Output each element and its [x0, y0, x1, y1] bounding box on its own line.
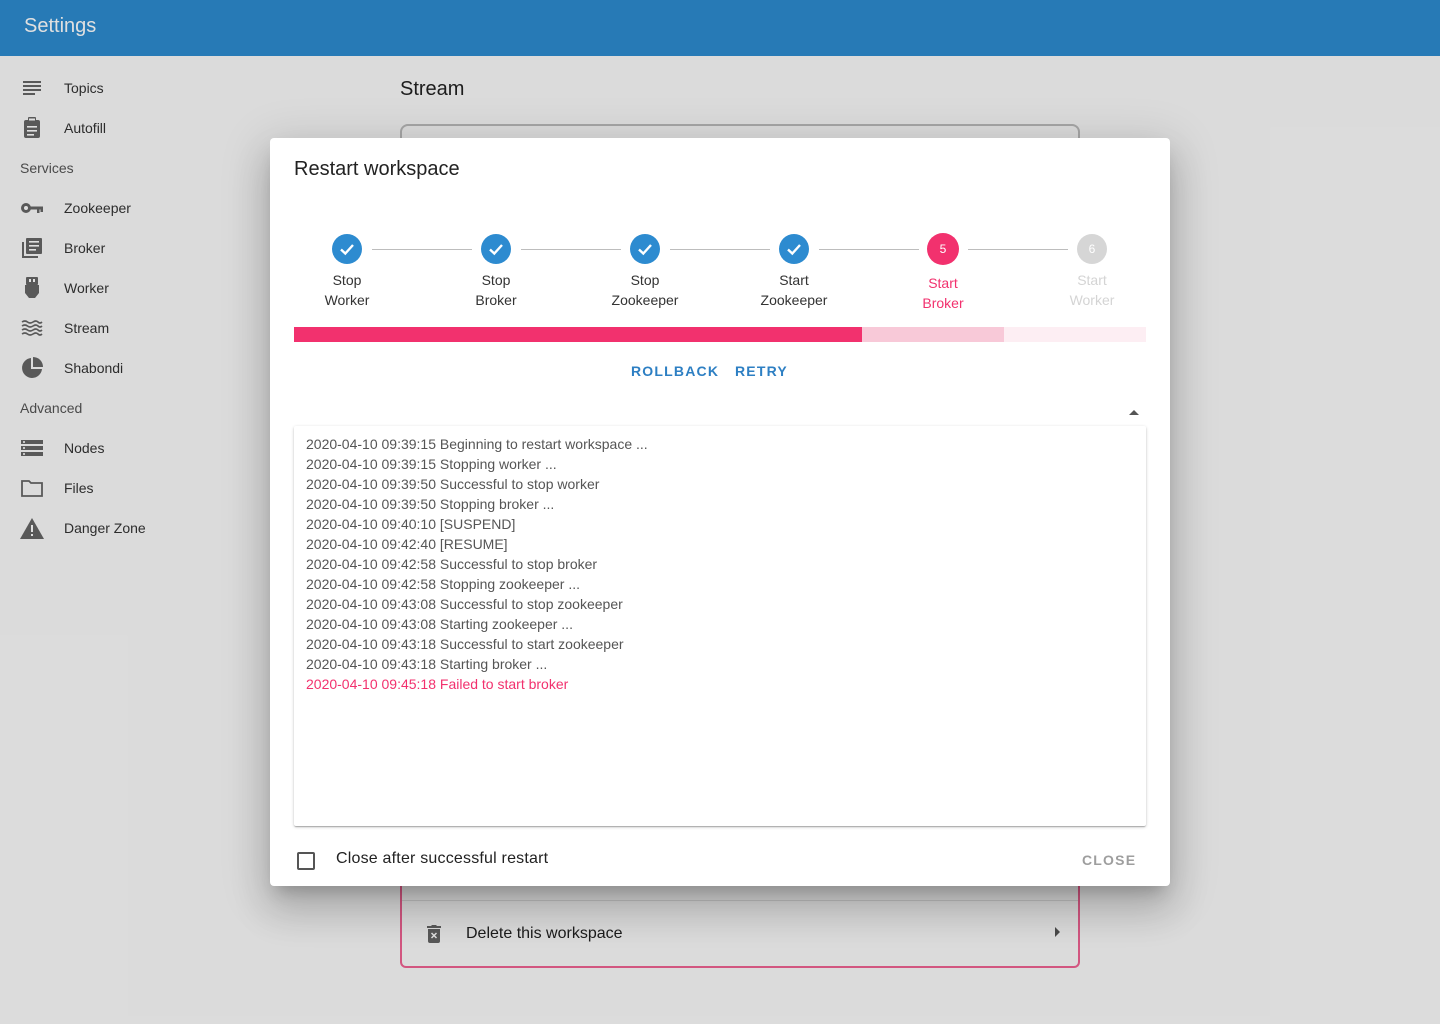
step-label: Stop Worker	[324, 272, 370, 308]
restart-progress-bar	[294, 327, 1146, 342]
log-line: 2020-04-10 09:39:50 Stopping broker ...	[306, 496, 555, 512]
log-line: 2020-04-10 09:39:50 Successful to stop w…	[306, 476, 600, 492]
check-circle-icon	[630, 234, 660, 264]
log-line: 2020-04-10 09:39:15 Stopping worker ...	[306, 456, 557, 472]
check-circle-icon	[481, 234, 511, 264]
step-label: Stop Zookeeper	[611, 272, 679, 308]
step-number-pending: 6	[1077, 234, 1107, 264]
step-stop-broker: Stop Broker	[421, 234, 571, 310]
close-after-restart-checkbox[interactable]	[297, 852, 315, 870]
log-line: 2020-04-10 09:42:58 Stopping zookeeper .…	[306, 576, 580, 592]
restart-log[interactable]: 2020-04-10 09:39:15 Beginning to restart…	[294, 426, 1146, 826]
retry-button[interactable]: RETRY	[735, 363, 788, 379]
step-label: Start Zookeeper	[760, 272, 828, 308]
check-circle-icon	[779, 234, 809, 264]
log-line: 2020-04-10 09:43:08 Successful to stop z…	[306, 596, 623, 612]
step-stop-worker: Stop Worker	[272, 234, 422, 310]
close-after-restart-label[interactable]: Close after successful restart	[336, 850, 548, 868]
step-start-broker: 5 Start Broker	[868, 233, 1018, 313]
log-line: 2020-04-10 09:42:58 Successful to stop b…	[306, 556, 598, 572]
check-circle-icon	[332, 234, 362, 264]
log-line: 2020-04-10 09:43:18 Successful to start …	[306, 636, 624, 652]
step-start-worker: 6 Start Worker	[1017, 234, 1167, 310]
step-label: Start Worker	[1069, 272, 1115, 308]
step-label: Stop Broker	[475, 272, 517, 308]
rollback-button[interactable]: ROLLBACK	[631, 363, 719, 379]
step-stop-zookeeper: Stop Zookeeper	[570, 234, 720, 310]
progress-fill	[294, 327, 863, 342]
log-line: 2020-04-10 09:42:40 [RESUME]	[306, 536, 508, 552]
step-start-zookeeper: Start Zookeeper	[719, 234, 869, 310]
restart-stepper: Stop Worker Stop Broker Stop Zookeeper Star…	[294, 233, 1146, 314]
restart-workspace-dialog: Restart workspace Stop Worker Stop Broker …	[270, 138, 1170, 886]
log-line: 2020-04-10 09:40:10 [SUSPEND]	[306, 516, 516, 532]
step-number-error: 5	[927, 233, 959, 265]
log-line-error: 2020-04-10 09:45:18 Failed to start brok…	[306, 676, 569, 692]
log-line: 2020-04-10 09:43:08 Starting zookeeper .…	[306, 616, 573, 632]
log-line: 2020-04-10 09:39:15 Beginning to restart…	[306, 436, 648, 452]
close-button[interactable]: CLOSE	[1082, 852, 1136, 868]
step-label: Start Broker	[922, 275, 964, 311]
log-line: 2020-04-10 09:43:18 Starting broker ...	[306, 656, 548, 672]
dialog-title: Restart workspace	[294, 158, 460, 180]
collapse-log-icon[interactable]	[1129, 410, 1139, 415]
